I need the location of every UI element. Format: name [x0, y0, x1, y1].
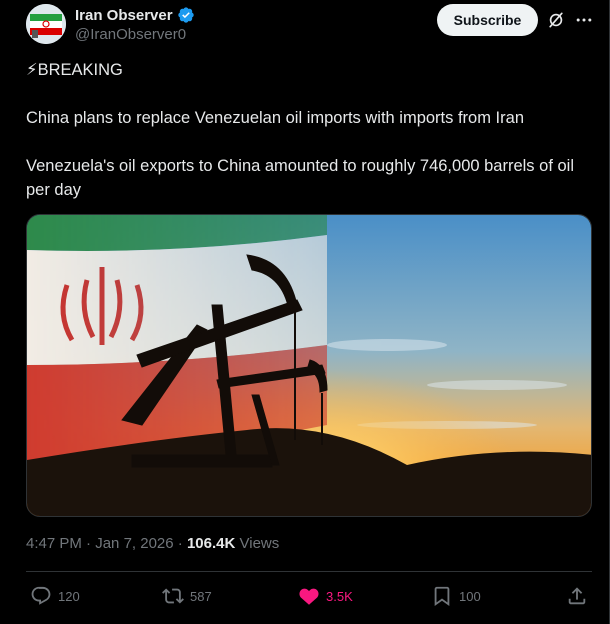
author-name[interactable]: Iran Observer [75, 7, 173, 24]
post-image[interactable] [26, 214, 592, 517]
avatar[interactable] [26, 4, 66, 44]
like-count: 3.5K [326, 588, 353, 604]
author-name-row[interactable]: Iran Observer [75, 6, 195, 24]
views-count: 106.4K [186, 535, 236, 552]
meta-dot: · [81, 535, 96, 552]
author-handle[interactable]: @IranObserver0 [75, 26, 186, 43]
reply-count: 120 [58, 588, 80, 604]
post-time[interactable]: 4:47 PM [26, 535, 82, 552]
views-label: Views [239, 535, 280, 552]
repost-button[interactable]: 587 [162, 584, 212, 608]
verified-badge-icon [177, 7, 194, 23]
post-text-breaking: ⚡BREAKING [26, 61, 123, 79]
tweet: Iran Observer @IranObserver0 Subscribe ⚡… [0, 0, 610, 624]
post-meta: 4:47 PM · Jan 7, 2026 · 106.4K Views [26, 535, 279, 552]
share-icon [568, 587, 586, 605]
share-button[interactable] [566, 584, 588, 608]
post-date[interactable]: Jan 7, 2026 [95, 535, 173, 552]
like-button[interactable]: 3.5K [298, 584, 353, 608]
more-icon[interactable] [574, 10, 594, 30]
subscribe-button[interactable]: Subscribe [437, 4, 538, 36]
avatar-image [26, 4, 66, 44]
repost-icon [162, 588, 184, 604]
reply-icon [31, 586, 51, 605]
bookmark-icon [434, 586, 450, 607]
bookmark-count: 100 [459, 588, 481, 604]
oil-pump-flag-image [27, 215, 591, 516]
post-text-detail: Venezuela's oil exports to China amounte… [26, 157, 574, 199]
grok-icon[interactable] [546, 10, 566, 30]
action-bar: 120 587 3.5K 100 [26, 584, 592, 608]
reply-button[interactable]: 120 [30, 584, 80, 608]
heart-icon [299, 588, 319, 605]
repost-count: 587 [190, 588, 212, 604]
meta-dot: · [173, 535, 187, 552]
bookmark-button[interactable]: 100 [431, 584, 481, 608]
divider [26, 571, 592, 572]
post-text-headline: China plans to replace Venezuelan oil im… [26, 109, 524, 127]
